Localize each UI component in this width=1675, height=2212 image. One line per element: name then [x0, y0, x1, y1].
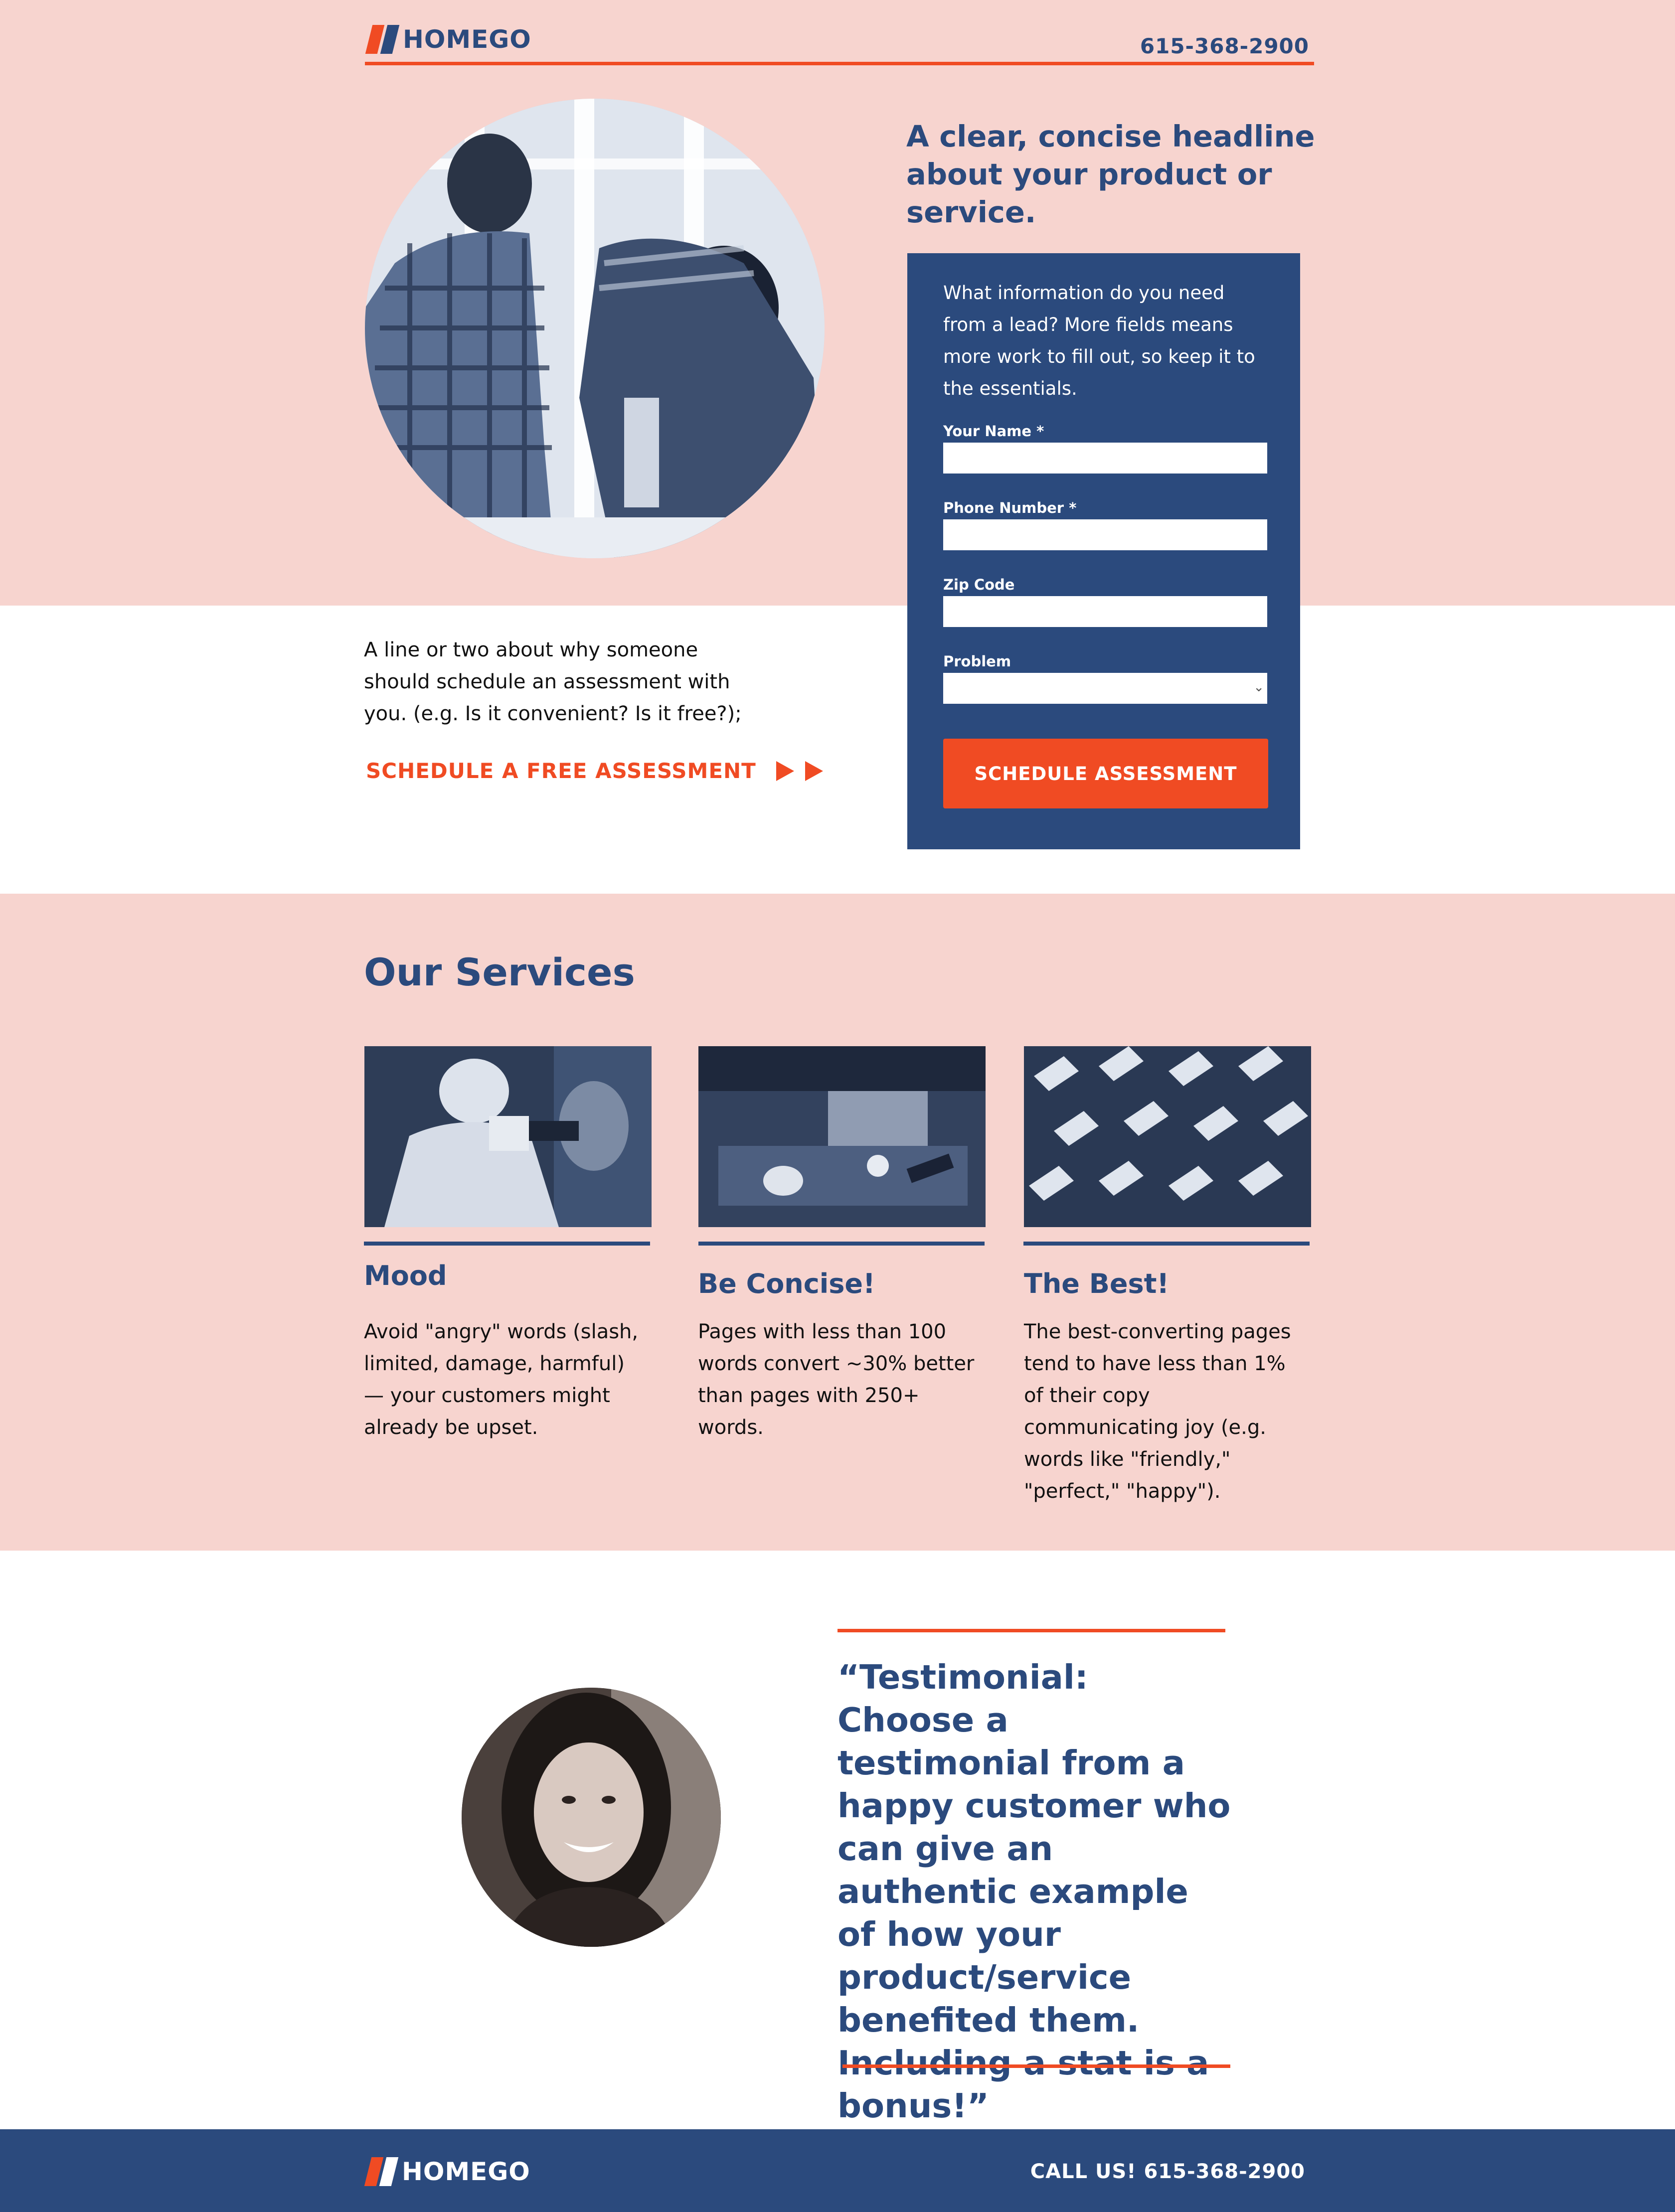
hero-headline: A clear, concise headline about your pro…: [906, 119, 1315, 229]
service-divider: [1023, 1242, 1310, 1246]
photo-two-workers-drilling-icon: [365, 99, 825, 558]
services-title: Our Services: [364, 950, 635, 994]
zip-field-label: Zip Code: [943, 576, 1015, 593]
footer: [0, 2129, 1675, 2212]
logo-mark-icon: [365, 25, 400, 54]
photo-aerial-houses-icon: [1024, 1046, 1311, 1227]
testimonial-divider-top: [838, 1629, 1225, 1632]
logo-text: HOMEGO: [402, 2157, 530, 2186]
photo-smiling-woman-icon: [462, 1688, 721, 1947]
service-divider: [698, 1242, 985, 1246]
testimonial-avatar: [462, 1688, 721, 1947]
service-image-mood: [364, 1046, 652, 1227]
logo-mark-icon: [364, 2157, 399, 2186]
service-divider: [364, 1242, 650, 1246]
service-title: Mood: [364, 1260, 447, 1291]
zip-input[interactable]: [943, 596, 1267, 627]
hero-photo: [365, 99, 825, 558]
service-title: Be Concise!: [698, 1268, 875, 1299]
service-description: Pages with less than 100 words convert ~…: [698, 1320, 975, 1439]
service-description: Avoid "angry" words (slash, limited, dam…: [364, 1320, 639, 1439]
service-image-be-concise: [698, 1046, 986, 1227]
play-arrow-icon: [776, 761, 794, 781]
logo-text: HOMEGO: [403, 25, 531, 54]
footer-logo[interactable]: HOMEGO: [364, 2157, 530, 2186]
intro-text: A line or two about why someone should s…: [364, 638, 742, 725]
chevron-down-icon: ⌄: [1253, 680, 1264, 695]
service-image-the-best: [1024, 1046, 1311, 1227]
name-input[interactable]: [943, 443, 1267, 474]
testimonial-quote: “Testimonial: Choose a testimonial from …: [838, 1658, 1231, 2125]
header-phone-link[interactable]: 615-368-2900: [1140, 34, 1309, 58]
schedule-assessment-button[interactable]: SCHEDULE ASSESSMENT: [943, 739, 1268, 808]
name-field-label: Your Name *: [943, 423, 1044, 440]
service-description: The best-converting pages tend to have l…: [1024, 1320, 1291, 1503]
photo-spray-painter-icon: [364, 1046, 652, 1227]
testimonial-divider-bottom: [842, 2064, 1230, 2068]
service-title: The Best!: [1024, 1268, 1170, 1299]
header-divider: [365, 62, 1314, 65]
schedule-free-assessment-link[interactable]: SCHEDULE A FREE ASSESSMENT: [366, 759, 823, 783]
form-intro-text: What information do you need from a lead…: [943, 282, 1255, 399]
phone-input[interactable]: [943, 519, 1267, 550]
cta-label: SCHEDULE A FREE ASSESSMENT: [366, 759, 756, 783]
hero-section: [0, 0, 1675, 606]
footer-call-link[interactable]: CALL US! 615-368-2900: [1030, 2160, 1305, 2183]
phone-field-label: Phone Number *: [943, 499, 1077, 516]
problem-select[interactable]: ⌄: [943, 673, 1267, 704]
photo-workbench-tools-icon: [698, 1046, 986, 1227]
play-arrow-icon: [805, 761, 823, 781]
problem-field-label: Problem: [943, 653, 1011, 670]
header-logo[interactable]: HOMEGO: [365, 25, 531, 54]
